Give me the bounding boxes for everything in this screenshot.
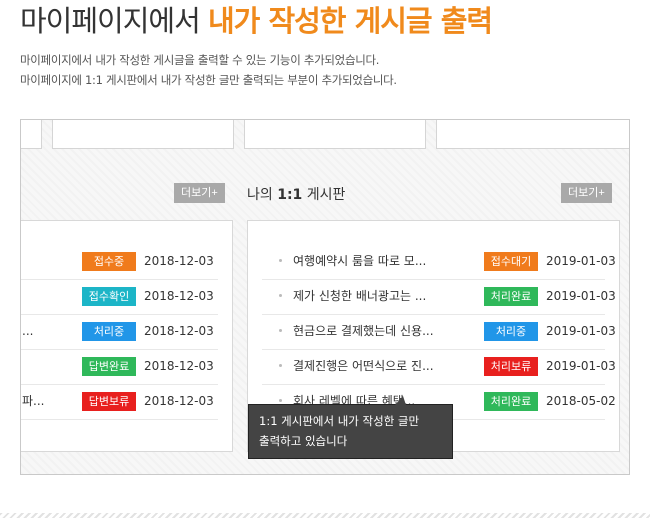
top-box-3 (244, 120, 426, 149)
tooltip-arrow (395, 396, 406, 405)
bullet-icon (279, 259, 282, 262)
status-badge: 처리중 (484, 322, 538, 341)
table-row[interactable]: 답변완료 2018-12-03 (21, 349, 218, 385)
status-badge: 처리중 (82, 322, 136, 341)
bullet-icon (279, 294, 282, 297)
tooltip: 1:1 게시판에서 내가 작성한 글만 출력하고 있습니다 (248, 396, 453, 459)
right-board-more-button[interactable]: 더보기+ (561, 183, 612, 203)
post-date: 2019-01-03 (546, 324, 616, 338)
post-date: 2018-12-03 (144, 254, 214, 268)
status-badge: 접수확인 (82, 287, 136, 306)
table-row[interactable]: 접수중 2018-12-03 (21, 244, 218, 280)
post-date: 2018-12-03 (144, 359, 214, 373)
left-board-more-button[interactable]: 더보기+ (174, 183, 225, 203)
post-date: 2018-12-03 (144, 324, 214, 338)
tooltip-line-2: 출력하고 있습니다 (259, 434, 348, 448)
post-subject[interactable]: 파... (22, 384, 77, 419)
table-row[interactable]: 파... 답변보류 2018-12-03 (21, 384, 218, 420)
table-row[interactable]: 접수확인 2018-12-03 (21, 279, 218, 315)
tooltip-line-1: 1:1 게시판에서 내가 작성한 글만 (259, 414, 420, 428)
post-subject[interactable]: 제가 신청한 배너광고는 ... (293, 279, 463, 314)
table-row[interactable]: 제가 신청한 배너광고는 ... 처리완료 2019-01-03 (262, 279, 616, 315)
right-board-title: 나의 1:1 게시판 (247, 184, 345, 204)
post-subject[interactable] (22, 244, 77, 279)
post-date: 2019-01-03 (546, 254, 616, 268)
status-badge: 접수대기 (484, 252, 538, 271)
status-badge: 처리완료 (484, 287, 538, 306)
table-row[interactable]: 여행예약시 룸을 따로 모... 접수대기 2019-01-03 (262, 244, 616, 280)
title-highlight: 내가 작성한 게시글 출력 (207, 4, 493, 38)
post-subject[interactable]: 여행예약시 룸을 따로 모... (293, 244, 463, 279)
top-box-1 (21, 120, 42, 149)
table-row[interactable]: 결제진행은 어떤식으로 진... 처리보류 2019-01-03 (262, 349, 616, 385)
status-badge: 답변보류 (82, 392, 136, 411)
post-date: 2019-01-03 (546, 289, 616, 303)
title-plain: 마이페이지에서 (20, 4, 201, 38)
status-badge: 답변완료 (82, 357, 136, 376)
post-date: 2018-05-02 (546, 394, 616, 408)
status-badge: 접수중 (82, 252, 136, 271)
bullet-icon (279, 364, 282, 367)
description-line-2: 마이페이지에 1:1 게시판에서 내가 작성한 글만 출력되는 부분이 추가되었… (20, 73, 397, 87)
post-subject[interactable]: 결제진행은 어떤식으로 진... (293, 349, 463, 384)
status-badge: 처리완료 (484, 392, 538, 411)
left-board-panel: 접수중 2018-12-03 접수확인 2018-12-03 ... 처리중 2… (21, 220, 233, 452)
post-date: 2018-12-03 (144, 394, 214, 408)
top-box-4 (436, 120, 629, 149)
table-row[interactable]: ... 처리중 2018-12-03 (21, 314, 218, 350)
status-badge: 처리보류 (484, 357, 538, 376)
post-subject[interactable] (22, 279, 77, 314)
post-subject[interactable] (22, 349, 77, 384)
bullet-icon (279, 399, 282, 402)
post-date: 2019-01-03 (546, 359, 616, 373)
post-subject[interactable]: 현금으로 결제했는데 신용... (293, 314, 463, 349)
post-date: 2018-12-03 (144, 289, 214, 303)
bottom-divider (0, 513, 650, 518)
table-row[interactable]: 현금으로 결제했는데 신용... 처리중 2019-01-03 (262, 314, 616, 350)
description-line-1: 마이페이지에서 내가 작성한 게시글을 출력할 수 있는 기능이 추가되었습니다… (20, 53, 380, 67)
top-box-2 (52, 120, 234, 149)
post-subject[interactable]: ... (22, 314, 77, 349)
right-board-title-prefix: 나의 (247, 187, 273, 203)
right-board-title-suffix: 게시판 (306, 187, 346, 203)
bullet-icon (279, 329, 282, 332)
right-board-title-bold: 1:1 (277, 187, 303, 203)
page-title: 마이페이지에서 내가 작성한 게시글 출력 (20, 0, 493, 42)
